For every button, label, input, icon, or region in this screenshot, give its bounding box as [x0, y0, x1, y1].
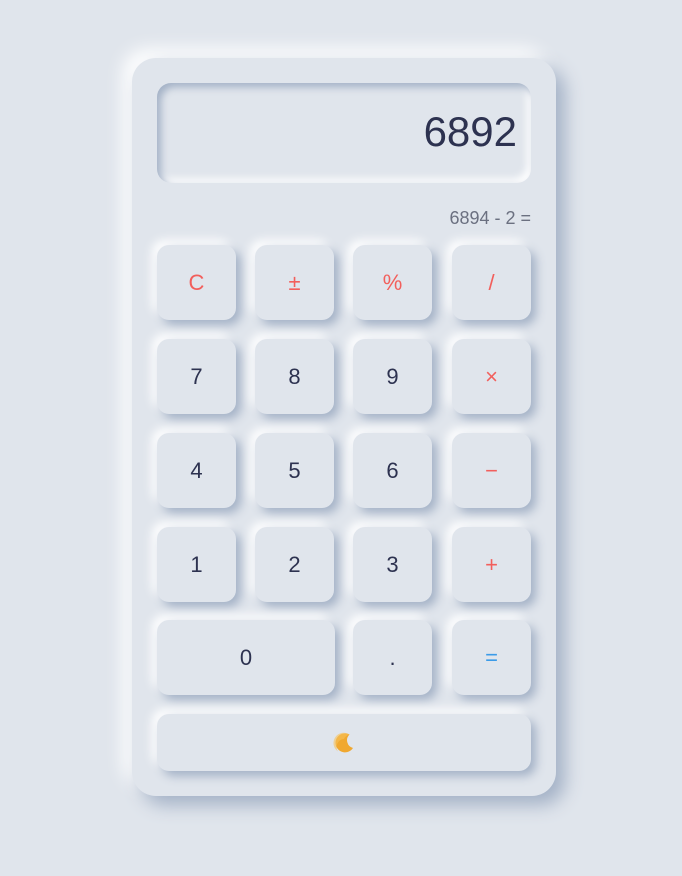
moon-icon	[333, 732, 353, 752]
theme-toggle-button[interactable]	[157, 714, 531, 771]
divide-button[interactable]: /	[452, 245, 531, 320]
digit-0-button[interactable]: 0	[157, 620, 335, 695]
subtract-button[interactable]: −	[452, 433, 531, 508]
digit-4-button[interactable]: 4	[157, 433, 236, 508]
add-button[interactable]: +	[452, 527, 531, 602]
display-value: 6892	[423, 108, 517, 155]
equals-button[interactable]: =	[452, 620, 531, 695]
digit-5-button[interactable]: 5	[255, 433, 334, 508]
sign-toggle-button[interactable]: ±	[255, 245, 334, 320]
expression-history: 6894 - 2 =	[449, 208, 531, 228]
digit-1-button[interactable]: 1	[157, 527, 236, 602]
digit-3-button[interactable]: 3	[353, 527, 432, 602]
digit-6-button[interactable]: 6	[353, 433, 432, 508]
display-screen: 6892	[157, 83, 531, 183]
digit-7-button[interactable]: 7	[157, 339, 236, 414]
digit-9-button[interactable]: 9	[353, 339, 432, 414]
clear-button[interactable]: C	[157, 245, 236, 320]
percent-button[interactable]: %	[353, 245, 432, 320]
digit-2-button[interactable]: 2	[255, 527, 334, 602]
decimal-button[interactable]: .	[353, 620, 432, 695]
multiply-button[interactable]: ×	[452, 339, 531, 414]
digit-8-button[interactable]: 8	[255, 339, 334, 414]
calculator: 6892 6894 - 2 = C ± % / 7 8 9 × 4 5 6 − …	[132, 58, 556, 796]
